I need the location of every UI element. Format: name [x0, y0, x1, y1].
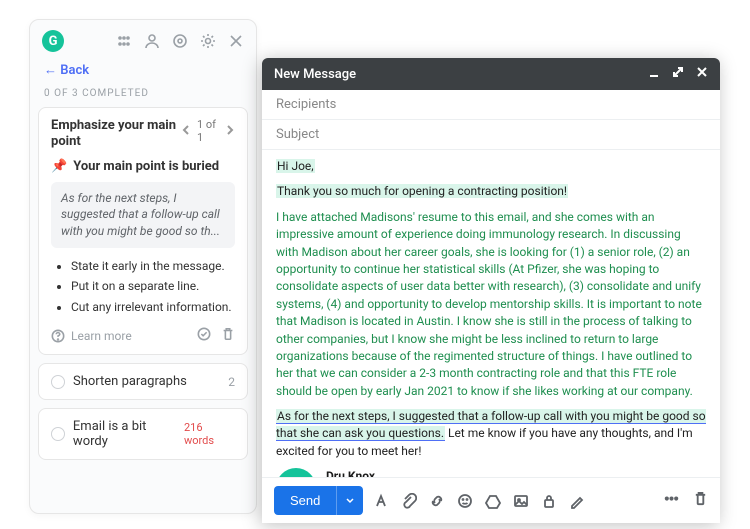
close-icon[interactable]	[228, 33, 244, 49]
link-icon[interactable]	[429, 493, 445, 509]
card-subtitle-row: 📌 Your main point is buried	[51, 159, 235, 174]
close-icon[interactable]	[696, 66, 708, 82]
bullet-item: Put it on a separate line.	[71, 276, 235, 296]
learn-more-link[interactable]: Learn more	[51, 329, 132, 343]
compose-title: New Message	[274, 67, 356, 82]
send-dropdown[interactable]	[336, 486, 363, 515]
sidebar-top-icons	[116, 33, 244, 49]
card-pager: 1 of 1	[181, 118, 235, 144]
chevron-right-icon[interactable]	[225, 125, 235, 138]
suggestion-badge: 2	[228, 375, 235, 389]
greeting-text: Hi Joe,	[276, 159, 315, 173]
radio-icon	[51, 427, 65, 441]
pager-text: 1 of 1	[197, 118, 219, 144]
emoji-icon[interactable]	[457, 493, 473, 509]
target-icon[interactable]	[172, 33, 188, 49]
suggestion-label: Shorten paragraphs	[73, 374, 187, 389]
learn-more-text: Learn more	[71, 329, 132, 343]
drag-handle-icon[interactable]	[116, 33, 132, 49]
recipients-field[interactable]: Recipients	[262, 90, 720, 120]
card-quote: As for the next steps, I suggested that …	[51, 182, 235, 248]
expand-icon[interactable]	[672, 66, 684, 82]
back-link[interactable]: ← Back	[44, 63, 89, 78]
minimize-icon[interactable]	[648, 66, 660, 82]
compose-footer: Send	[262, 477, 720, 523]
card-bullets: State it early in the message. Put it on…	[51, 256, 235, 317]
grammarly-sidebar: G ← Back 0 OF 3 COMPLETED Emphasize your…	[29, 19, 257, 514]
card-title: Emphasize your main point	[51, 118, 181, 151]
trash-icon[interactable]	[693, 491, 708, 510]
compose-header[interactable]: New Message	[262, 58, 720, 90]
format-toolbar	[373, 493, 585, 509]
signature-block: G Dru Knox Product Manager | Grammarly S…	[276, 468, 706, 477]
chevron-left-icon[interactable]	[181, 125, 191, 138]
suggestion-label: Email is a bit wordy	[73, 419, 184, 449]
trash-icon[interactable]	[221, 327, 235, 344]
sidebar-topbar: G	[30, 20, 256, 58]
bullet-item: State it early in the message.	[71, 256, 235, 276]
suggestion-shorten-paragraphs[interactable]: Shorten paragraphs 2	[38, 363, 248, 400]
drive-icon[interactable]	[485, 493, 501, 509]
avatar-icon: G	[276, 468, 316, 477]
back-row: ← Back	[30, 58, 256, 88]
send-button[interactable]: Send	[274, 486, 336, 515]
more-icon[interactable]	[664, 491, 679, 510]
pushpin-icon: 📌	[51, 159, 67, 174]
bullet-item: Cut any irrelevant information.	[71, 297, 235, 317]
lock-icon[interactable]	[541, 493, 557, 509]
help-circle-icon	[51, 329, 65, 343]
format-icon[interactable]	[373, 493, 389, 509]
image-icon[interactable]	[513, 493, 529, 509]
progress-text: 0 OF 3 COMPLETED	[30, 88, 256, 107]
card-footer: Learn more	[51, 327, 235, 344]
compose-window: New Message Recipients Subject Hi Joe, T…	[262, 58, 720, 523]
pen-icon[interactable]	[569, 493, 585, 509]
line1-text: Thank you so much for opening a contract…	[276, 184, 568, 198]
radio-icon	[51, 375, 65, 389]
suggestion-wordy[interactable]: Email is a bit wordy 216 words	[38, 408, 248, 460]
grammarly-logo-icon[interactable]: G	[42, 30, 64, 52]
person-icon[interactable]	[144, 33, 160, 49]
gear-icon[interactable]	[200, 33, 216, 49]
suggestion-badge: 216 words	[184, 421, 235, 447]
body-text: I have attached Madisons' resume to this…	[276, 209, 706, 400]
check-circle-icon[interactable]	[197, 327, 211, 344]
subject-field[interactable]: Subject	[262, 120, 720, 150]
attach-icon[interactable]	[401, 493, 417, 509]
sig-name: Dru Knox	[326, 468, 625, 477]
card-subtitle: Your main point is buried	[73, 159, 219, 174]
compose-body[interactable]: Hi Joe, Thank you so much for opening a …	[262, 150, 720, 477]
suggestion-card-main: Emphasize your main point 1 of 1 📌 Your …	[38, 107, 248, 355]
